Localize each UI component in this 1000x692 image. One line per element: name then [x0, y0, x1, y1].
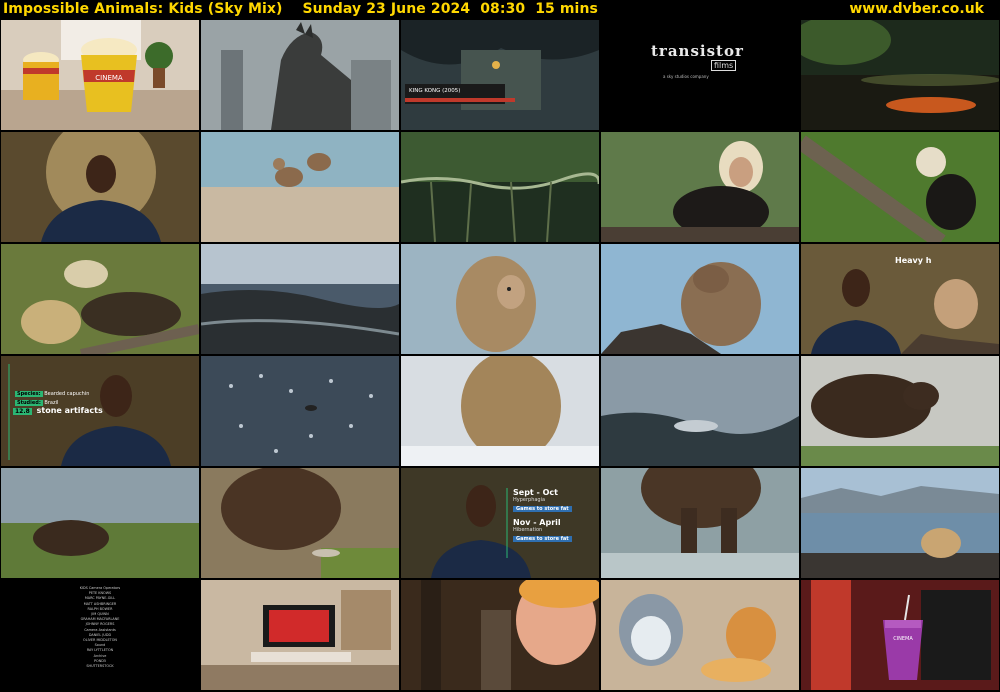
thumbnail-capuchin-stone[interactable]: [601, 132, 799, 242]
thumbnail-grid: CINEMA KING KONG (2005) transistor films…: [0, 20, 1000, 692]
season-1-title: Sept - Oct: [513, 488, 558, 497]
thumbnail-mangrove[interactable]: [401, 132, 599, 242]
thumbnail-kaiju[interactable]: [201, 20, 399, 130]
thumbnail-pond[interactable]: [801, 20, 999, 130]
thumbnail-bear-running[interactable]: [801, 356, 999, 466]
thumbnail-macaque-rocks[interactable]: [601, 244, 799, 354]
logo-transistor: transistor: [651, 42, 744, 60]
logo-sky-studios: a sky studios company: [663, 74, 709, 79]
thumbnail-cave[interactable]: KING KONG (2005): [401, 20, 599, 130]
species-label: Species:: [15, 391, 43, 397]
thumbnail-glitter-water[interactable]: [201, 356, 399, 466]
stone-text: stone artifacts: [36, 406, 103, 415]
thumbnail-presenter-seasons[interactable]: Sept - Oct Hyperphagia Games to store fa…: [401, 468, 599, 578]
season-2-sub: Hibernation: [513, 527, 543, 533]
thumbnail-monkeys-beach[interactable]: [201, 132, 399, 242]
thumbnail-presenter-species[interactable]: Species: Bearded capuchin Studied: Brazi…: [1, 356, 199, 466]
season-2: Nov - April Hibernation Games to store f…: [513, 518, 572, 542]
thumb-text-kingkong: KING KONG (2005): [409, 88, 460, 94]
thumbnail-living-room[interactable]: [201, 580, 399, 690]
thumbnail-capuchins-nuts[interactable]: [1, 244, 199, 354]
thumbnail-macaque-profile[interactable]: [401, 244, 599, 354]
species-value: Bearded capuchin: [44, 391, 90, 397]
thumbnail-animated-char[interactable]: [401, 580, 599, 690]
season-1-tag: Games to store fat: [513, 506, 572, 512]
thumbnail-bear-legs[interactable]: [601, 468, 799, 578]
thumbnail-shoreline[interactable]: [201, 244, 399, 354]
svg-text:CINEMA: CINEMA: [95, 74, 123, 82]
thumbnail-popcorn[interactable]: CINEMA: [1, 20, 199, 130]
thumbnail-animated-pets[interactable]: [601, 580, 799, 690]
thumbnail-logo[interactable]: transistor films a sky studios company: [601, 20, 799, 130]
site-link[interactable]: www.dvber.co.uk: [849, 1, 984, 17]
cup-text: CINEMA: [893, 636, 913, 642]
thumb-caption-heavy: Heavy h: [895, 256, 932, 265]
season-2-tag: Games to store fat: [513, 536, 572, 542]
thumbnail-macaque-snow[interactable]: [401, 356, 599, 466]
season-1-sub: Hyperphagia: [513, 497, 546, 503]
season-2-title: Nov - April: [513, 518, 561, 527]
thumbnail-presenter-macaque[interactable]: Heavy h: [801, 244, 999, 354]
credit-line: SHUTTERSTOCK: [86, 664, 114, 669]
programme-title: Impossible Animals: Kids (Sky Mix) Sunda…: [3, 1, 598, 17]
season-1: Sept - Oct Hyperphagia Games to store fa…: [513, 488, 572, 512]
logo-films: films: [711, 60, 737, 71]
thumbnail-salmon[interactable]: [601, 356, 799, 466]
thumbnail-bear-grass[interactable]: [1, 468, 199, 578]
credits-list: KIDS Camera Operators PETE KNOWS MARC PA…: [1, 586, 199, 669]
thumbnail-presenter-1[interactable]: [1, 132, 199, 242]
thumbnail-bear-fish[interactable]: [201, 468, 399, 578]
stone-badge: 12.8: [13, 408, 32, 415]
thumbnail-credits[interactable]: KIDS Camera Operators PETE KNOWS MARC PA…: [1, 580, 199, 690]
header-bar: Impossible Animals: Kids (Sky Mix) Sunda…: [0, 0, 1000, 20]
thumbnail-cinema-cup[interactable]: CINEMA: [801, 580, 999, 690]
stone-caption: 12.8 stone artifacts: [13, 406, 105, 415]
thumbnail-raccoon[interactable]: [801, 468, 999, 578]
thumbnail-capuchin-branch[interactable]: [801, 132, 999, 242]
